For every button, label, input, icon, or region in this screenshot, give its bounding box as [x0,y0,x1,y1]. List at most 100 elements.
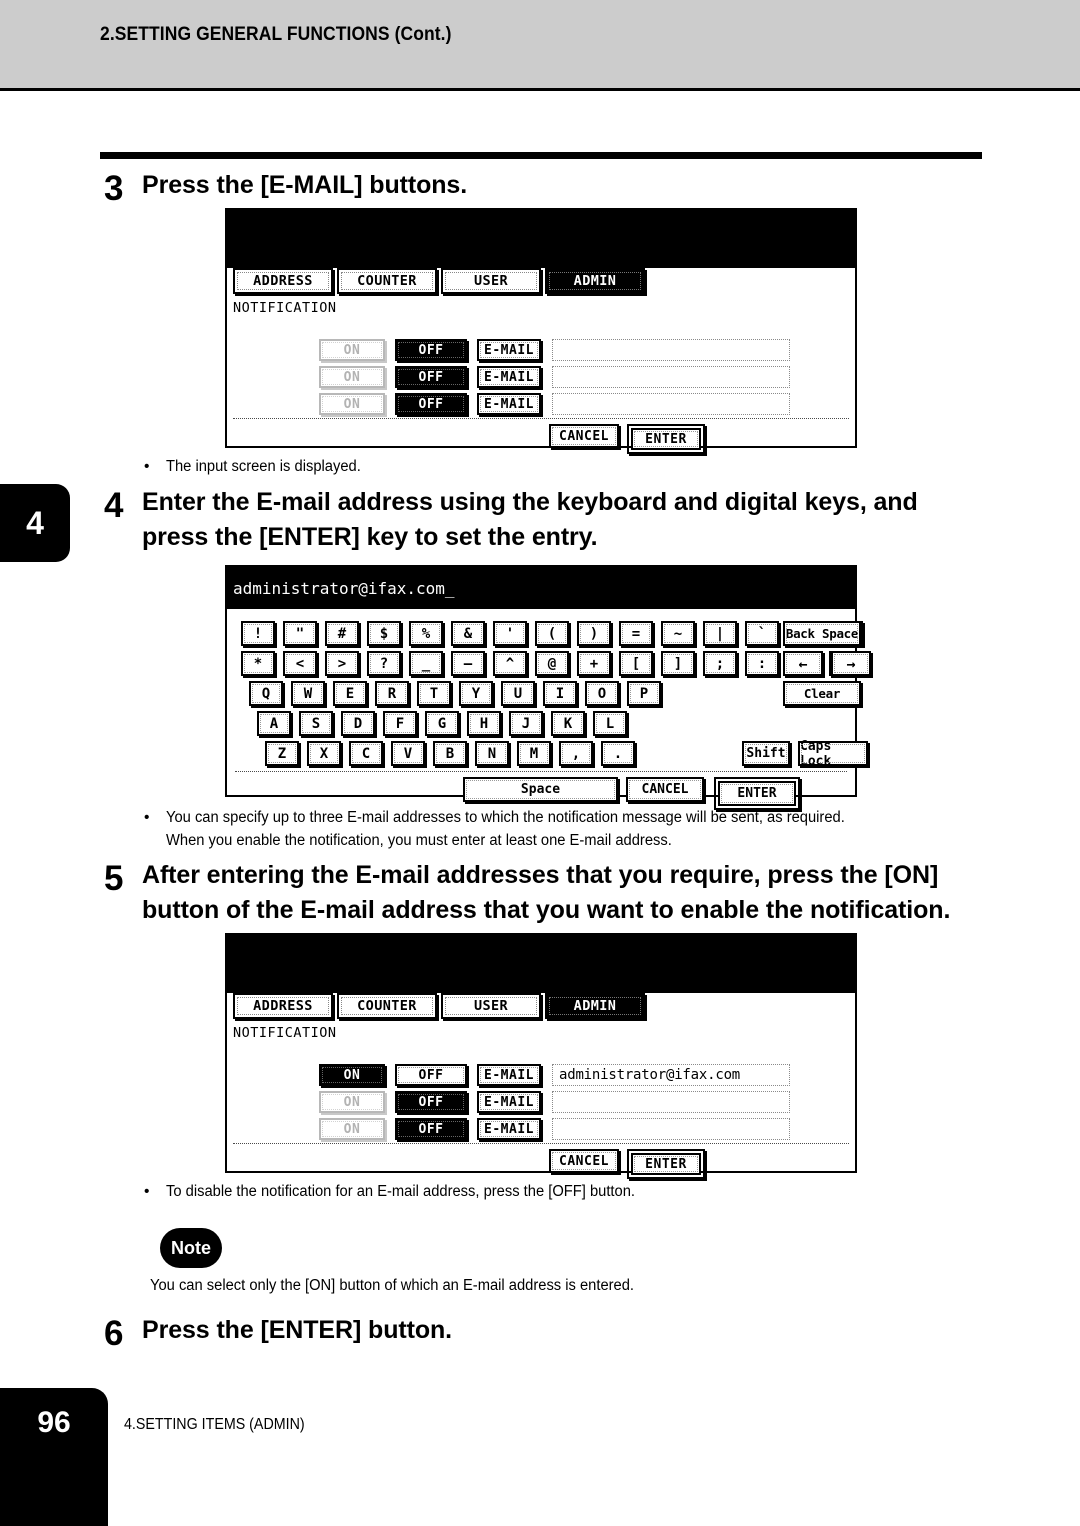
key-q[interactable]: Q [249,681,283,706]
on-button[interactable]: ON [319,393,385,415]
key-a[interactable]: A [257,711,291,736]
keyboard-row-symbols-2[interactable]: * < > ? _ — ^ @ + [ ] ; : / \ [241,651,863,676]
keyboard-cancel-button[interactable]: CANCEL [626,777,704,802]
lcd-action-bar-configured[interactable]: CANCEL ENTER [549,1149,705,1179]
enter-button[interactable]: ENTER [631,1153,701,1175]
email-address-field[interactable] [552,1091,790,1113]
notification-rows-configured[interactable]: ON OFF E-MAIL administrator@ifax.com ON … [319,1064,790,1145]
key-d[interactable]: D [341,711,375,736]
lcd-tab-counter[interactable]: COUNTER [337,268,437,294]
key-k[interactable]: K [551,711,585,736]
off-button[interactable]: OFF [395,393,467,415]
lcd-tab-strip[interactable]: ADDRESS COUNTER USER ADMIN [233,993,645,1019]
key-n[interactable]: N [475,741,509,766]
email-button[interactable]: E-MAIL [477,1064,541,1086]
key-less-than[interactable]: < [283,651,317,676]
off-button[interactable]: OFF [395,1064,467,1086]
key-ampersand[interactable]: & [451,621,485,646]
email-button[interactable]: E-MAIL [477,1118,541,1140]
key-i[interactable]: I [543,681,577,706]
notification-row[interactable]: ON OFF E-MAIL [319,393,790,415]
key-greater-than[interactable]: > [325,651,359,676]
key-r[interactable]: R [375,681,409,706]
keyboard-cursor-group[interactable]: ← → [783,651,871,676]
key-equals[interactable]: = [619,621,653,646]
key-dash[interactable]: — [451,651,485,676]
key-bracket-close[interactable]: ] [661,651,695,676]
lcd-action-bar-initial[interactable]: CANCEL ENTER [549,424,705,454]
lcd-tab-user[interactable]: USER [441,993,541,1019]
on-button[interactable]: ON [319,1091,385,1113]
email-button[interactable]: E-MAIL [477,1091,541,1113]
key-h[interactable]: H [467,711,501,736]
notification-row[interactable]: ON OFF E-MAIL [319,1091,790,1113]
key-u[interactable]: U [501,681,535,706]
notification-row[interactable]: ON OFF E-MAIL [319,366,790,388]
keyboard-enter-button[interactable]: ENTER [718,781,796,806]
key-hash[interactable]: # [325,621,359,646]
key-apostrophe[interactable]: ' [493,621,527,646]
lcd-tab-admin[interactable]: ADMIN [545,268,645,294]
notification-rows-initial[interactable]: ON OFF E-MAIL ON OFF E-MAIL ON OFF E-MAI… [319,339,790,420]
key-percent[interactable]: % [409,621,443,646]
enter-button[interactable]: ENTER [631,428,701,450]
on-button[interactable]: ON [319,366,385,388]
on-button[interactable]: ON [319,1118,385,1140]
key-comma[interactable]: , [559,741,593,766]
lcd-panel-keyboard[interactable]: administrator@ifax.com_ ! " # $ % & ' ( … [225,565,871,810]
key-semicolon[interactable]: ; [703,651,737,676]
key-pipe[interactable]: | [703,621,737,646]
key-t[interactable]: T [417,681,451,706]
enter-button-frame[interactable]: ENTER [627,424,705,454]
lcd-panel-notification-configured[interactable]: ADDRESS COUNTER USER ADMIN NOTIFICATION … [225,933,857,1179]
off-button[interactable]: OFF [395,366,467,388]
notification-row[interactable]: ON OFF E-MAIL administrator@ifax.com [319,1064,790,1086]
arrow-right-icon[interactable]: → [831,651,871,676]
keyboard-input-field[interactable]: administrator@ifax.com_ [227,567,855,609]
key-l[interactable]: L [593,711,627,736]
keyboard-row-q[interactable]: Q W E R T Y U I O P [249,681,661,706]
on-button[interactable]: ON [319,339,385,361]
keyboard-modifier-group[interactable]: Shift Caps Lock [742,739,868,769]
key-bracket-open[interactable]: [ [619,651,653,676]
key-v[interactable]: V [391,741,425,766]
key-plus[interactable]: + [577,651,611,676]
key-tilde[interactable]: ~ [661,621,695,646]
key-space[interactable]: Space [463,777,618,802]
off-button[interactable]: OFF [395,1091,467,1113]
email-address-field[interactable] [552,1118,790,1140]
key-p[interactable]: P [627,681,661,706]
notification-row[interactable]: ON OFF E-MAIL [319,339,790,361]
keyboard-row-symbols-1[interactable]: ! " # $ % & ' ( ) = ~ | ` { } [241,621,863,646]
key-back-space[interactable]: Back Space [783,621,861,646]
off-button[interactable]: OFF [395,339,467,361]
key-clear[interactable]: Clear [783,681,861,706]
key-m[interactable]: M [517,741,551,766]
key-at-sign[interactable]: @ [535,651,569,676]
keyboard-body[interactable]: ! " # $ % & ' ( ) = ~ | ` { } Back Space [227,609,871,810]
email-button[interactable]: E-MAIL [477,339,541,361]
key-period[interactable]: . [601,741,635,766]
key-paren-close[interactable]: ) [577,621,611,646]
keyboard-clear-group[interactable]: Clear [783,681,861,706]
key-asterisk[interactable]: * [241,651,275,676]
key-underscore[interactable]: _ [409,651,443,676]
lcd-tab-address[interactable]: ADDRESS [233,993,333,1019]
keyboard-row-a[interactable]: A S D F G H J K L [257,711,627,736]
cancel-button[interactable]: CANCEL [549,1149,619,1173]
keyboard-backspace-group[interactable]: Back Space [783,621,861,646]
key-y[interactable]: Y [459,681,493,706]
lcd-tab-address[interactable]: ADDRESS [233,268,333,294]
lcd-tab-strip[interactable]: ADDRESS COUNTER USER ADMIN [233,268,645,294]
lcd-tab-user[interactable]: USER [441,268,541,294]
key-c[interactable]: C [349,741,383,766]
key-paren-open[interactable]: ( [535,621,569,646]
key-x[interactable]: X [307,741,341,766]
key-dollar[interactable]: $ [367,621,401,646]
key-e[interactable]: E [333,681,367,706]
off-button[interactable]: OFF [395,1118,467,1140]
email-address-field[interactable] [552,393,790,415]
key-o[interactable]: O [585,681,619,706]
key-question-mark[interactable]: ? [367,651,401,676]
email-address-field[interactable]: administrator@ifax.com [552,1064,790,1086]
